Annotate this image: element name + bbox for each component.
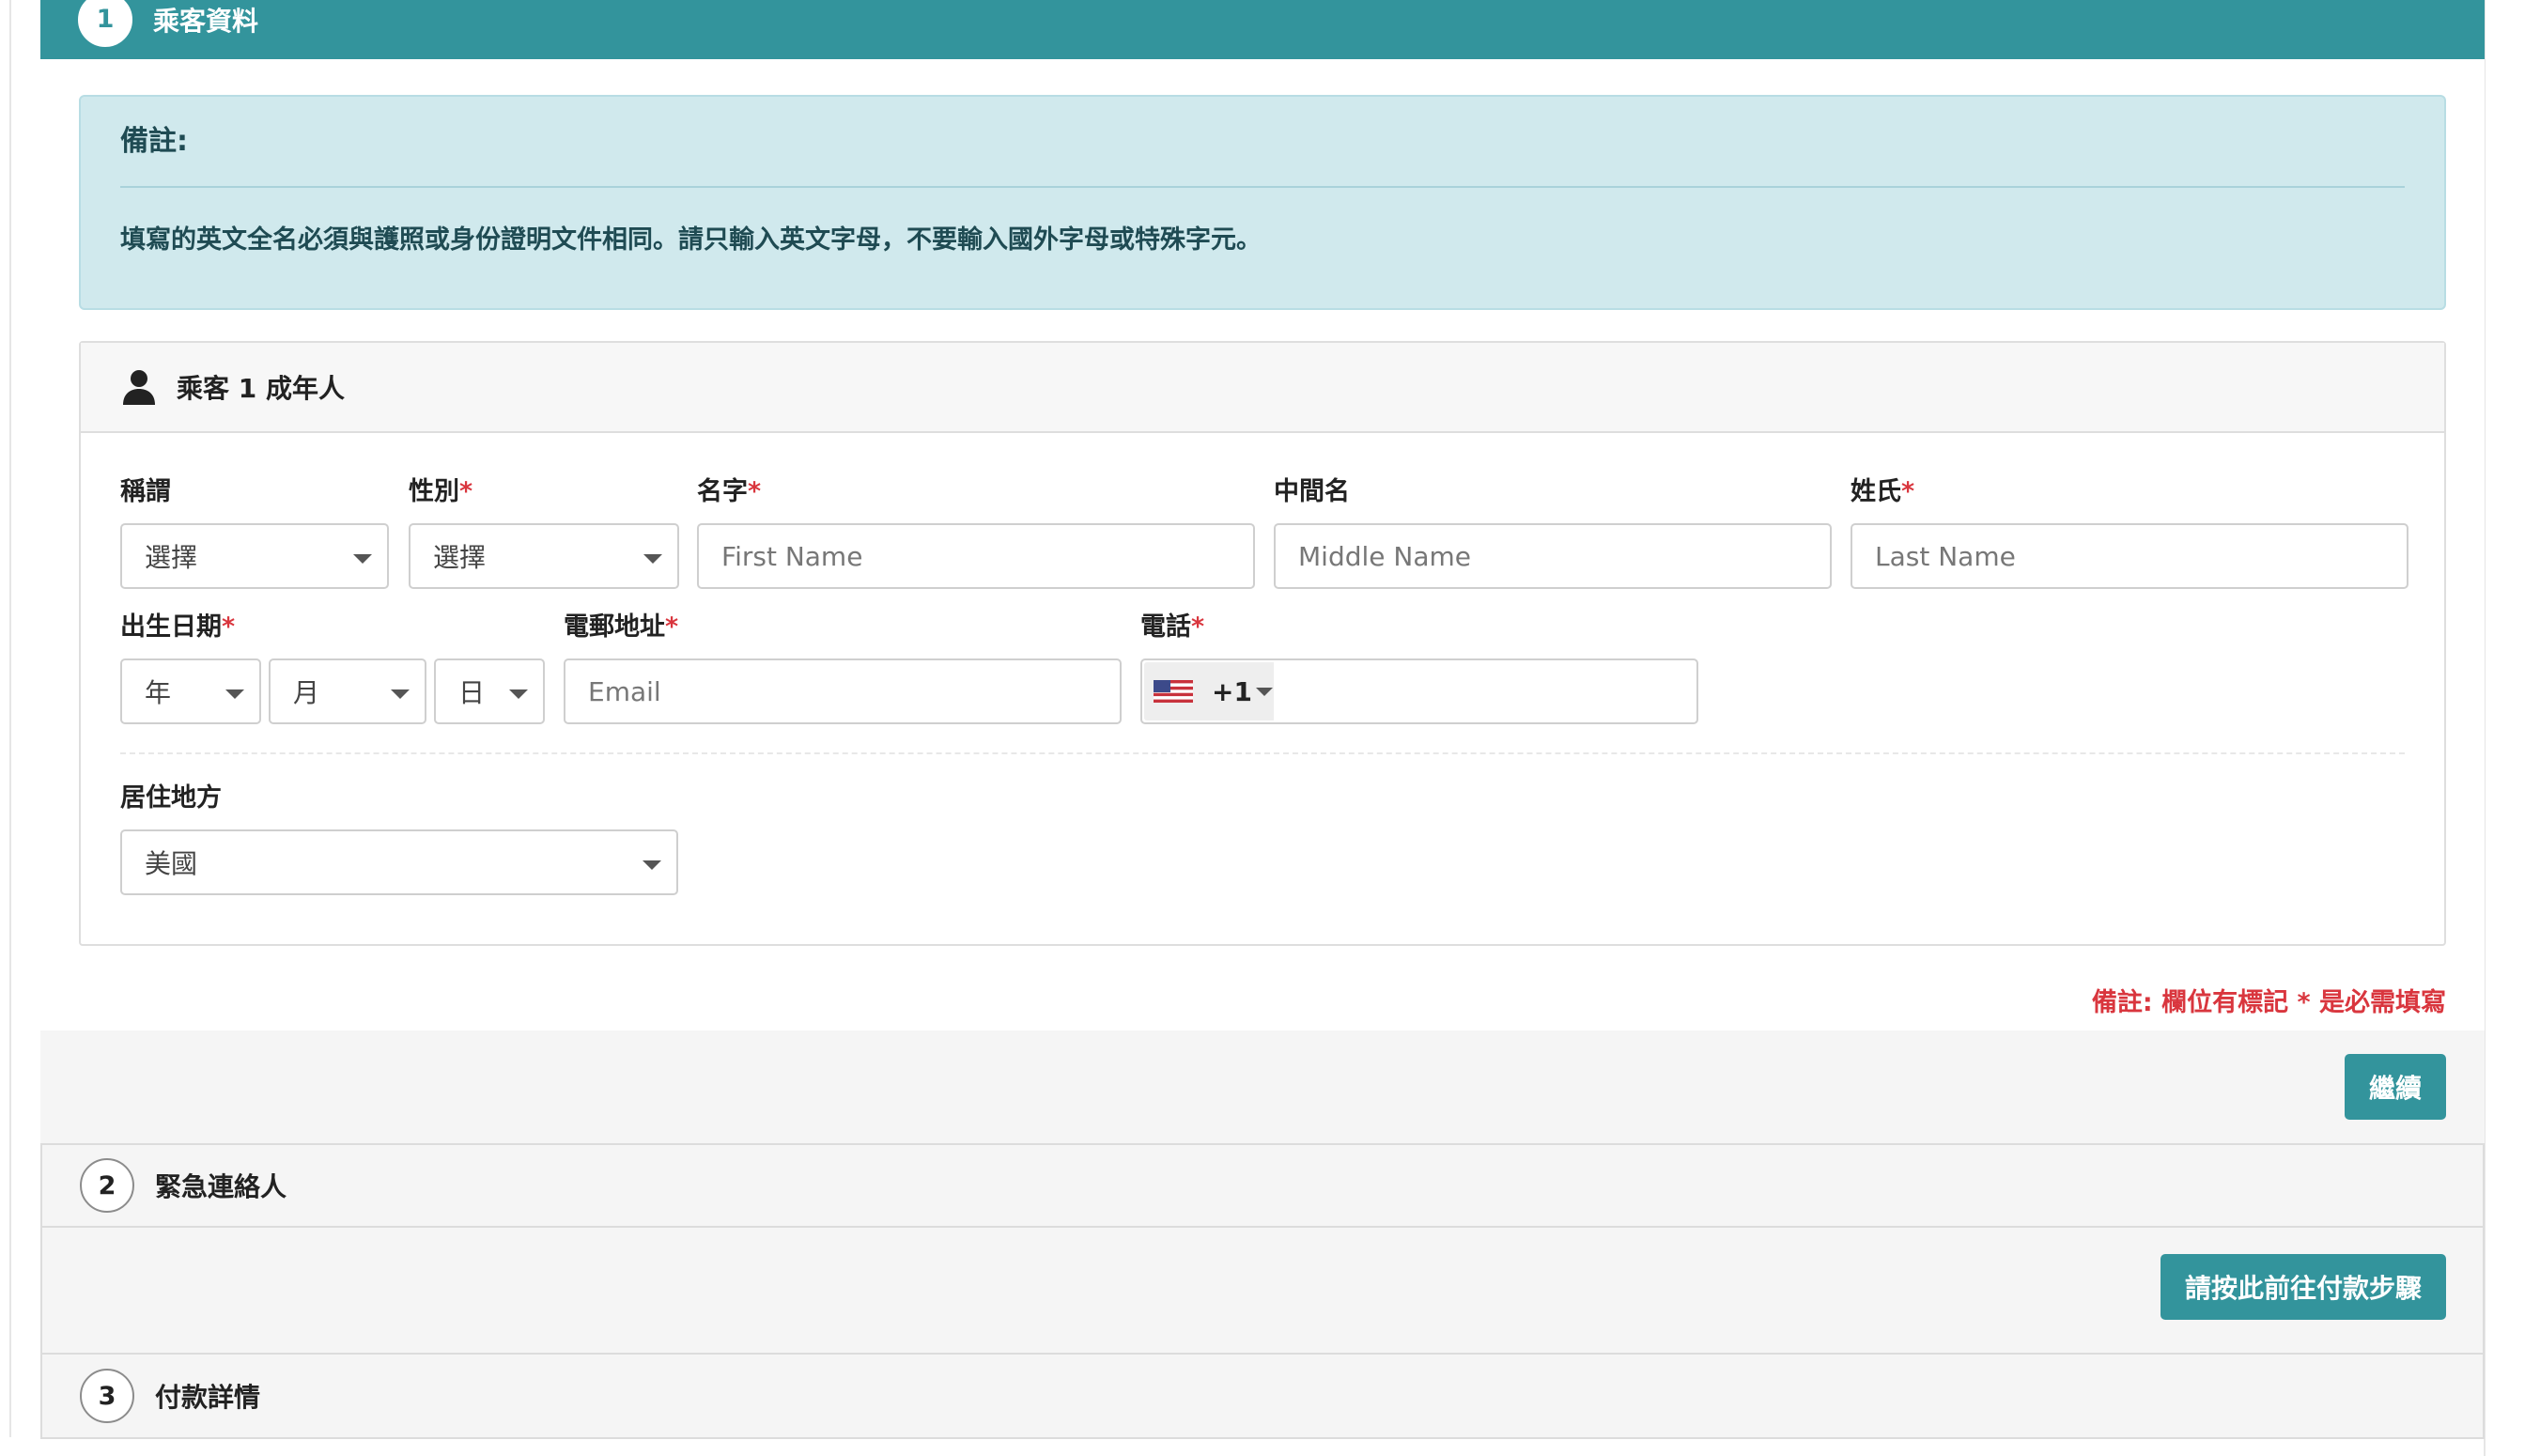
dob-label: 出生日期* [120,612,236,642]
step-2-header[interactable]: 2 緊急連絡人 [40,1143,2485,1228]
first-name-label: 名字* [697,477,762,506]
chevron-down-icon [391,689,410,699]
chevron-down-icon [643,554,662,564]
last-name-label: 姓氏* [1851,477,1915,506]
dob-day-value: 日 [458,677,486,708]
page-left-border [9,0,11,1437]
dob-month-value: 月 [293,677,320,708]
step-2-title: 緊急連絡人 [155,1171,287,1202]
required-fields-note: 備註: 欄位有標記 * 是必需填寫 [2091,988,2446,1017]
step-1-number: 1 [78,0,132,47]
note-divider [120,186,2405,188]
step-3-header[interactable]: 3 付款詳情 [40,1353,2485,1439]
dob-year-value: 年 [145,677,172,708]
note-text: 填寫的英文全名必須與護照或身份證明文件相同。請只輸入英文字母，不要輸入國外字母或… [120,225,1262,255]
salutation-select[interactable]: 選擇 [120,523,389,589]
dob-day-select[interactable]: 日 [434,658,545,724]
first-name-input[interactable] [697,523,1255,589]
phone-label: 電話* [1140,612,1205,642]
step-3-title: 付款詳情 [155,1382,261,1413]
step-3-number: 3 [80,1369,134,1423]
continue-button[interactable]: 繼續 [2345,1054,2446,1120]
step-1-title: 乘客資料 [153,5,259,37]
gender-value: 選擇 [433,542,487,573]
us-flag-icon [1154,680,1193,703]
last-name-input[interactable] [1851,523,2408,589]
residence-value: 美國 [145,848,198,879]
dial-code: +1 [1212,675,1252,707]
passenger-card: 乘客 1 成年人 稱謂 性別* 名字* 中間名 姓氏* 選擇 選擇 出生日期* … [79,341,2446,946]
email-label: 電郵地址* [564,612,679,642]
passenger-card-header: 乘客 1 成年人 [81,343,2444,433]
salutation-value: 選擇 [145,542,198,573]
middle-name-label: 中間名 [1274,477,1350,506]
chevron-down-icon [1255,687,1273,696]
step-1-header[interactable]: 1 乘客資料 [40,0,2485,59]
gender-label: 性別* [409,477,473,506]
salutation-label: 稱謂 [120,477,171,506]
step-2-number: 2 [80,1158,134,1213]
passenger-title: 乘客 1 成年人 [177,373,345,404]
step-2-footer [40,1228,2485,1353]
chevron-down-icon [643,860,661,870]
chevron-down-icon [353,554,372,564]
note-title: 備註: [120,125,188,158]
residence-select[interactable]: 美國 [120,829,678,895]
dob-month-select[interactable]: 月 [269,658,426,724]
country-code-dropdown[interactable]: +1 [1144,662,1274,720]
form-divider [120,752,2405,754]
chevron-down-icon [509,689,528,699]
user-icon [123,370,155,405]
go-to-payment-button[interactable]: 請按此前往付款步驟 [2161,1254,2446,1320]
middle-name-input[interactable] [1274,523,1832,589]
email-input[interactable] [564,658,1122,724]
dob-year-select[interactable]: 年 [120,658,261,724]
chevron-down-icon [225,689,244,699]
phone-field[interactable]: +1 [1140,658,1698,724]
residence-label: 居住地方 [120,783,222,813]
step-1-footer [40,1030,2485,1143]
info-note-box: 備註: 填寫的英文全名必須與護照或身份證明文件相同。請只輸入英文字母，不要輸入國… [79,95,2446,310]
gender-select[interactable]: 選擇 [409,523,679,589]
